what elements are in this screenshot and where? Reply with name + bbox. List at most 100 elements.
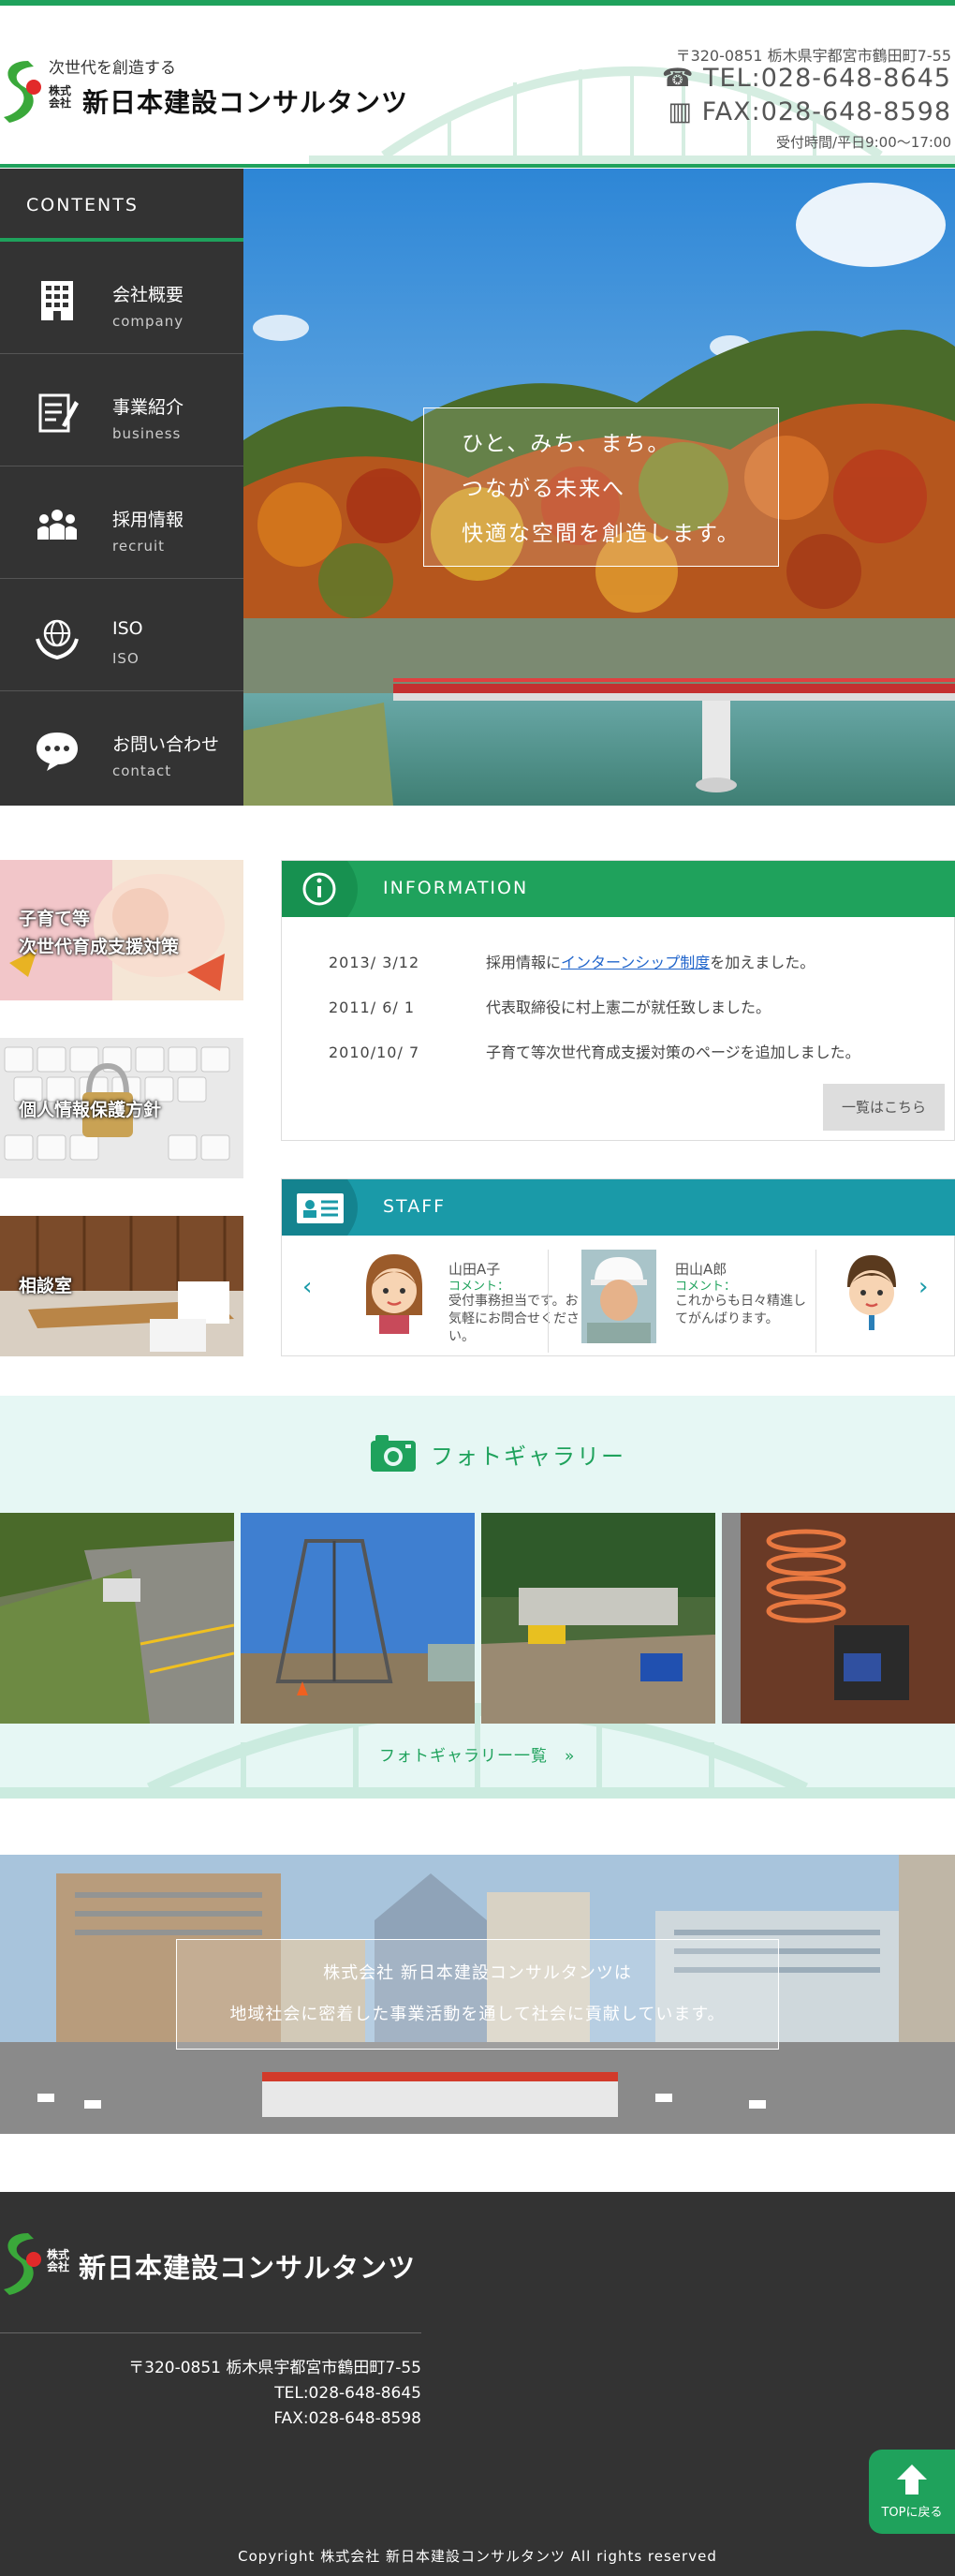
company-name[interactable]: 新日本建設コンサルタンツ	[82, 82, 408, 120]
photo-gallery-section: フォトギャラリー フォトギャラリー一覧 »	[0, 1396, 955, 1799]
staff-card[interactable]: 田山A郎 コメント： これからも日々精進してがんばります。	[581, 1250, 844, 1353]
city-caption: 株式会社 新日本建設コンサルタンツは 地域社会に密着した事業活動を通して社会に貢…	[176, 1939, 779, 2050]
excavation-site-photo	[481, 1513, 715, 1724]
info-text: 代表取締役に村上憲二が就任致しました。	[486, 999, 771, 1016]
tel-number: TEL:028-648-8645	[703, 64, 951, 93]
drilling-rig-photo	[241, 1513, 475, 1724]
banner-consultation-text: 相談室	[19, 1276, 73, 1296]
information-title: INFORMATION	[383, 878, 529, 898]
staff-next-arrow[interactable]: ›	[918, 1273, 928, 1301]
sidebar-item-label: 採用情報	[112, 510, 184, 530]
banner-childcare-text: 子育て等 次世代育成支援対策	[19, 905, 179, 961]
sidebar-item-sublabel: business	[112, 425, 182, 442]
sidebar-item-company[interactable]: 会社概要 company	[0, 242, 243, 354]
staff-comment: これからも日々精進してがんばります。	[675, 1294, 806, 1326]
info-text: 採用情報に	[486, 954, 562, 971]
info-date: 2010/10/ 7	[329, 1044, 420, 1061]
information-header: INFORMATION	[282, 861, 955, 917]
company-prefix: 株式会社	[49, 84, 72, 110]
footer-address: 〒320-0851 栃木県宇都宮市鶴田町7-55	[128, 2359, 421, 2377]
sidebar-item-label: 会社概要	[112, 285, 184, 305]
banner-line: 次世代育成支援対策	[19, 937, 180, 957]
staff-avatar-female	[366, 1254, 422, 1334]
copyright: Copyright 株式会社 新日本建設コンサルタンツ All rights r…	[238, 2548, 717, 2565]
footer-company-name: 新日本建設コンサルタンツ	[79, 2252, 417, 2284]
info-text: 子育て等次世代育成支援対策のページを追加しました。	[486, 1044, 860, 1061]
company-logo-icon[interactable]	[0, 57, 41, 123]
staff-panel: STAFF ‹ 山田A子 コメント： 受付事務担当です。お気軽にお問合せください…	[281, 1178, 955, 1356]
city-banner: 株式会社 新日本建設コンサルタンツは 地域社会に密着した事業活動を通して社会に貢…	[0, 1855, 955, 2134]
hero-caption: ひと、みち、まち。 つながる未来へ 快適な空間を創造します。	[423, 407, 779, 567]
building-icon	[41, 281, 73, 320]
header-tel[interactable]: ☎ TEL:028-648-8645	[662, 64, 951, 93]
info-item: 2010/10/ 7 子育て等次世代育成支援対策のページを追加しました。	[329, 1040, 860, 1062]
info-item: 2011/ 6/ 1 代表取締役に村上憲二が就任致しました。	[329, 995, 771, 1017]
chat-icon	[37, 733, 78, 771]
sidebar-item-iso[interactable]: ISO ISO	[0, 579, 243, 691]
information-panel: INFORMATION 2013/ 3/12 採用情報にインターンシップ制度を加え…	[281, 860, 955, 1141]
camera-icon	[371, 1435, 416, 1472]
staff-photo-male	[581, 1250, 656, 1343]
document-icon	[38, 393, 79, 433]
info-item: 2013/ 3/12 採用情報にインターンシップ制度を加えました。	[329, 950, 815, 972]
banner-privacy-text: 個人情報保護方針	[19, 1100, 162, 1120]
banner-consultation-room[interactable]: 相談室	[0, 1216, 243, 1356]
fax-icon: ▥	[668, 97, 702, 126]
hero-line-2: つながる未来へ	[462, 477, 625, 501]
staff-card[interactable]: 山田A子 コメント： 受付事務担当です。お気軽にお問合せください。	[319, 1250, 581, 1353]
hero-image: ひと、みち、まち。 つながる未来へ 快適な空間を創造します。	[243, 169, 955, 806]
sidebar-item-business[interactable]: 事業紹介 business	[0, 354, 243, 466]
banner-line: 子育て等	[19, 909, 91, 929]
site-footer: 株式会社 新日本建設コンサルタンツ 〒320-0851 栃木県宇都宮市鶴田町7-…	[0, 2192, 955, 2576]
info-date: 2013/ 3/12	[329, 954, 420, 971]
info-more-button[interactable]: 一覧はこちら	[823, 1084, 945, 1131]
shaft-interior-photo	[722, 1513, 955, 1724]
globe-hands-icon	[36, 619, 79, 660]
staff-divider	[548, 1250, 549, 1353]
staff-header: STAFF	[282, 1179, 955, 1236]
sidebar-item-contact[interactable]: お問い合わせ contact	[0, 691, 243, 804]
gallery-photo-4[interactable]	[722, 1513, 955, 1724]
footer-divider	[0, 2332, 421, 2333]
banner-childcare-support[interactable]: 子育て等 次世代育成支援対策	[0, 860, 243, 1000]
internship-link[interactable]: インターンシップ制度	[561, 954, 710, 971]
back-to-top-button[interactable]: TOPに戻る	[869, 2450, 955, 2534]
header-address: 〒320-0851 栃木県宇都宮市鶴田町7-55	[675, 47, 951, 65]
tagline: 次世代を創造する	[49, 59, 176, 78]
contents-heading: CONTENTS	[0, 169, 243, 242]
staff-comment-label: コメント：	[675, 1280, 737, 1294]
sidebar-item-label: お問い合わせ	[112, 734, 220, 755]
business-hours: 受付時間/平日9:00〜17:00	[776, 134, 951, 151]
header-divider	[0, 164, 955, 168]
arrow-up-icon	[897, 2465, 927, 2495]
gallery-photo-2[interactable]	[241, 1513, 475, 1724]
staff-divider	[815, 1250, 816, 1353]
fax-number: FAX:028-648-8598	[701, 97, 951, 126]
sidebar-item-sublabel: ISO	[112, 650, 140, 667]
hero-line-3: 快適な空間を創造します。	[462, 522, 741, 546]
gallery-more-link[interactable]: フォトギャラリー一覧 »	[379, 1742, 575, 1766]
footer-fax: FAX:028-648-8598	[273, 2409, 421, 2428]
hero-line-1: ひと、みち、まち。	[462, 432, 671, 456]
staff-avatar-male[interactable]	[834, 1250, 909, 1334]
sidebar-item-recruit[interactable]: 採用情報 recruit	[0, 466, 243, 579]
city-line-2: 地域社会に密着した事業活動を通して社会に貢献しています。	[229, 2005, 726, 2024]
footer-tel: TEL:028-648-8645	[274, 2384, 421, 2403]
staff-title: STAFF	[383, 1196, 447, 1217]
sidebar-item-label: 事業紹介	[112, 397, 184, 418]
footer-company-prefix: 株式会社	[47, 2248, 70, 2273]
sidebar-item-label: ISO	[112, 618, 143, 639]
info-text-suffix: を加えました。	[710, 954, 815, 971]
header-fax: ▥ FAX:028-648-8598	[668, 97, 951, 126]
back-to-top-label: TOPに戻る	[881, 2506, 943, 2520]
staff-comment: 受付事務担当です。お気軽にお問合せください。	[448, 1294, 580, 1344]
banner-privacy-policy[interactable]: 個人情報保護方針	[0, 1038, 243, 1178]
site-header: 次世代を創造する 株式会社 新日本建設コンサルタンツ 〒320-0851 栃木県…	[0, 6, 955, 167]
city-line-1: 株式会社 新日本建設コンサルタンツは	[323, 1963, 632, 1983]
staff-prev-arrow[interactable]: ‹	[302, 1273, 312, 1301]
footer-logo-icon[interactable]	[0, 2229, 41, 2295]
people-icon	[37, 510, 77, 540]
sidebar-nav: CONTENTS 会社概要 company 事業紹介 business 採用情報…	[0, 169, 243, 806]
gallery-photo-3[interactable]	[481, 1513, 715, 1724]
gallery-photo-1[interactable]	[0, 1513, 234, 1724]
